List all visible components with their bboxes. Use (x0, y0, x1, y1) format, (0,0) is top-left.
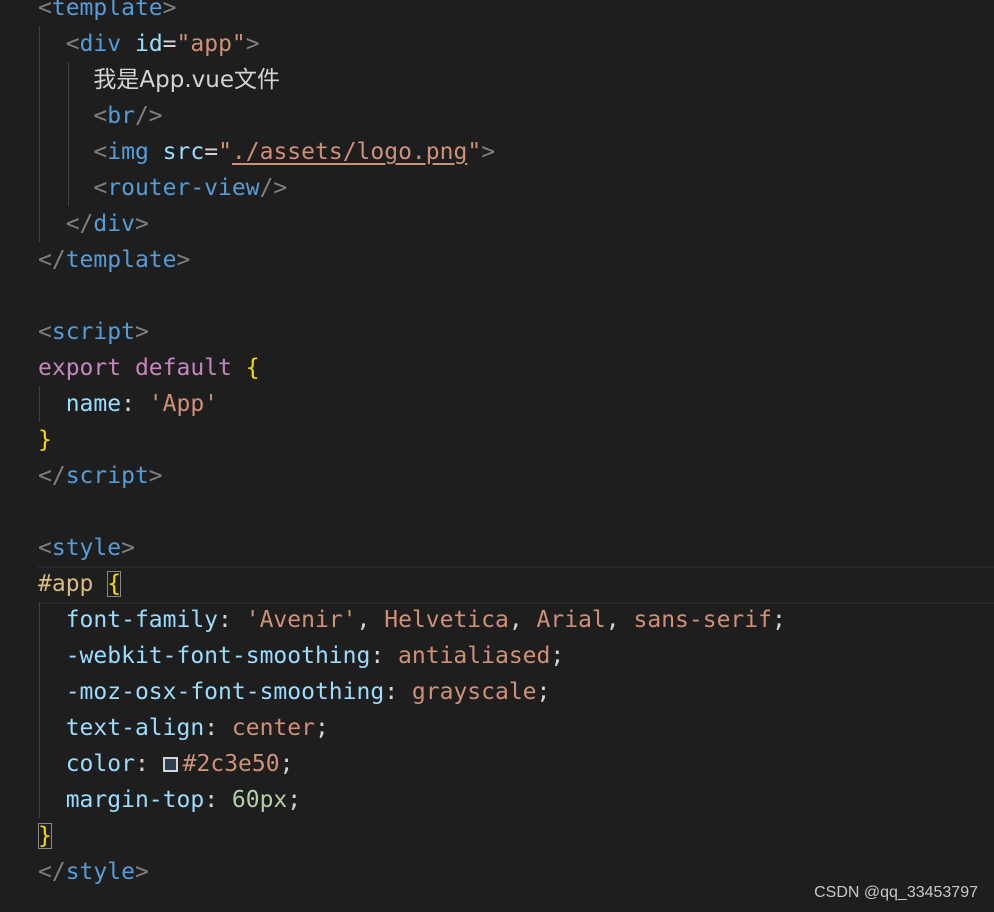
code-line[interactable]: </div> (38, 206, 149, 242)
code-line[interactable]: } (38, 422, 52, 458)
src-link[interactable]: ./assets/logo.png (232, 139, 467, 165)
code-editor[interactable]: <template> <div id="app"> 我是App.vue文件 <b… (0, 0, 994, 912)
css-value: sans-serif (633, 607, 772, 633)
keyword: export (38, 355, 122, 381)
css-value: Helvetica (384, 607, 509, 633)
css-value: 'Avenir' (245, 607, 357, 633)
watermark: CSDN @qq_33453797 (814, 884, 978, 901)
css-property: font-family (65, 607, 219, 633)
code-line[interactable]: <template> (38, 0, 177, 26)
tag-name: style (51, 535, 122, 561)
code-line[interactable]: <img src="./assets/logo.png"> (38, 134, 495, 170)
css-property: color (65, 751, 135, 777)
attr-value: "app" (176, 31, 246, 57)
code-line[interactable]: <router-view/> (38, 170, 287, 206)
css-property: text-align (65, 715, 205, 741)
code-line[interactable]: name: 'App' (38, 386, 218, 422)
tag-name: br (107, 103, 135, 129)
tag-name: script (65, 463, 149, 489)
tag-name: router-view (107, 175, 260, 201)
css-property: -moz-osx-font-smoothing (65, 679, 385, 705)
matched-brace: } (38, 823, 52, 849)
code-line[interactable]: -moz-osx-font-smoothing: grayscale; (38, 674, 551, 710)
css-value: 60px (231, 787, 288, 813)
code-line[interactable]: font-family: 'Avenir', Helvetica, Arial,… (38, 602, 786, 638)
property-name: name (65, 391, 122, 417)
code-line[interactable]: color: #2c3e50; (38, 746, 294, 782)
code-line[interactable]: } (38, 818, 52, 854)
code-line[interactable]: text-align: center; (38, 710, 329, 746)
color-swatch-icon[interactable] (162, 757, 178, 772)
code-line[interactable]: <div id="app"> (38, 26, 260, 62)
tag-name: style (65, 859, 135, 885)
code-line[interactable]: </style> (38, 854, 149, 890)
string-value: 'App' (148, 391, 219, 417)
tag-name: template (51, 0, 163, 21)
css-property: margin-top (65, 787, 205, 813)
code-line[interactable]: 我是App.vue文件 (38, 62, 280, 98)
code-line[interactable]: -webkit-font-smoothing: antialiased; (38, 638, 565, 674)
tag-name: div (93, 211, 135, 237)
code-line[interactable]: #app { (38, 566, 122, 602)
matched-brace: { (107, 571, 122, 597)
css-selector: #app (38, 571, 94, 597)
tag-name: div (79, 31, 122, 57)
current-line-highlight (38, 566, 994, 604)
tag-name: img (107, 139, 149, 165)
text-content: 我是App.vue文件 (93, 67, 280, 93)
code-line[interactable]: </template> (38, 242, 190, 278)
css-value: Arial (536, 607, 606, 633)
code-line[interactable]: <br/> (38, 98, 162, 134)
tag-name: script (51, 319, 135, 345)
css-value: grayscale (411, 679, 537, 705)
code-line[interactable]: <style> (38, 530, 135, 566)
keyword: default (134, 355, 232, 381)
css-property: -webkit-font-smoothing (65, 643, 371, 669)
attr-name: src (162, 139, 205, 165)
code-line[interactable]: </script> (38, 458, 163, 494)
css-value: #2c3e50 (182, 751, 280, 777)
css-value: antialiased (398, 643, 551, 669)
css-value: center (231, 715, 315, 741)
code-line[interactable]: <script> (38, 314, 149, 350)
attr-name: id (134, 31, 163, 57)
tag-name: template (65, 247, 177, 273)
code-line[interactable]: margin-top: 60px; (38, 782, 301, 818)
code-line[interactable]: export default { (38, 350, 260, 386)
